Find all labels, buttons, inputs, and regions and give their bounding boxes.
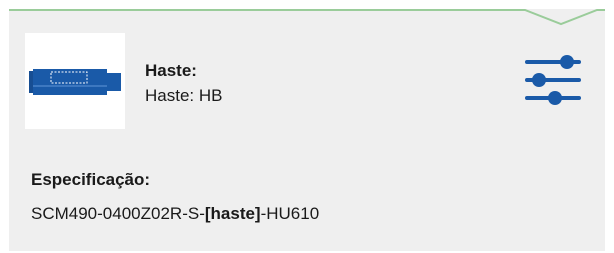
specification-code: SCM490-0400Z02R-S-[haste]-HU610	[31, 204, 319, 224]
configuration-panel: Haste: Haste: HB Especificação: SCM490-0…	[9, 9, 605, 251]
specification-prefix: SCM490-0400Z02R-S-	[31, 204, 205, 223]
haste-value: Haste: HB	[145, 86, 223, 105]
filter-settings-button[interactable]	[525, 53, 581, 107]
top-divider-with-chevron	[9, 9, 605, 26]
specification-suffix: -HU610	[260, 204, 320, 223]
specification-label: Especificação:	[31, 170, 151, 189]
haste-label: Haste:	[145, 61, 197, 80]
sensor-rod-icon	[29, 69, 121, 95]
product-image	[25, 33, 125, 129]
specification-placeholder: [haste]	[204, 204, 261, 223]
sliders-icon	[525, 55, 581, 105]
